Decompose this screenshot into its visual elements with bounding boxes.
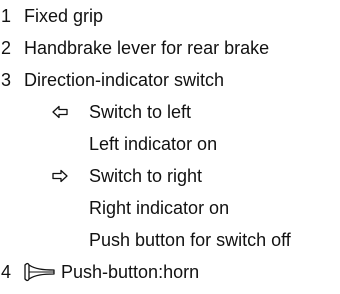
item-label: Fixed grip [24, 6, 104, 26]
switch-left-text: Switch to left [89, 102, 192, 122]
arrow-left-icon [52, 105, 68, 119]
list-item-1: 1 Fixed grip [0, 4, 340, 28]
right-indicator-text: Right indicator on [89, 198, 230, 218]
item-number: 2 [1, 38, 12, 58]
item-label: Direction-indicator switch [24, 70, 225, 90]
left-indicator-text: Left indicator on [89, 134, 218, 154]
list-item-2: 2 Handbrake lever for rear brake [0, 36, 340, 60]
item-label: Push-button:horn [61, 262, 200, 282]
list-item-4: 4 Push-button:horn [0, 260, 340, 284]
item-label: Handbrake lever for rear brake [24, 38, 270, 58]
indicator-off-row: Push button for switch off [0, 228, 340, 252]
switch-off-text: Push button for switch off [89, 230, 291, 250]
arrow-right-icon [52, 169, 68, 183]
item-number: 4 [1, 262, 12, 282]
item-number: 1 [1, 6, 12, 26]
list-item-3: 3 Direction-indicator switch [0, 68, 340, 92]
item-number: 3 [1, 70, 12, 90]
indicator-left-row: Switch to left [0, 100, 340, 124]
indicator-left-on-row: Left indicator on [0, 132, 340, 156]
horn-icon [24, 262, 55, 282]
indicator-right-on-row: Right indicator on [0, 196, 340, 220]
switch-right-text: Switch to right [89, 166, 203, 186]
indicator-right-row: Switch to right [0, 164, 340, 188]
